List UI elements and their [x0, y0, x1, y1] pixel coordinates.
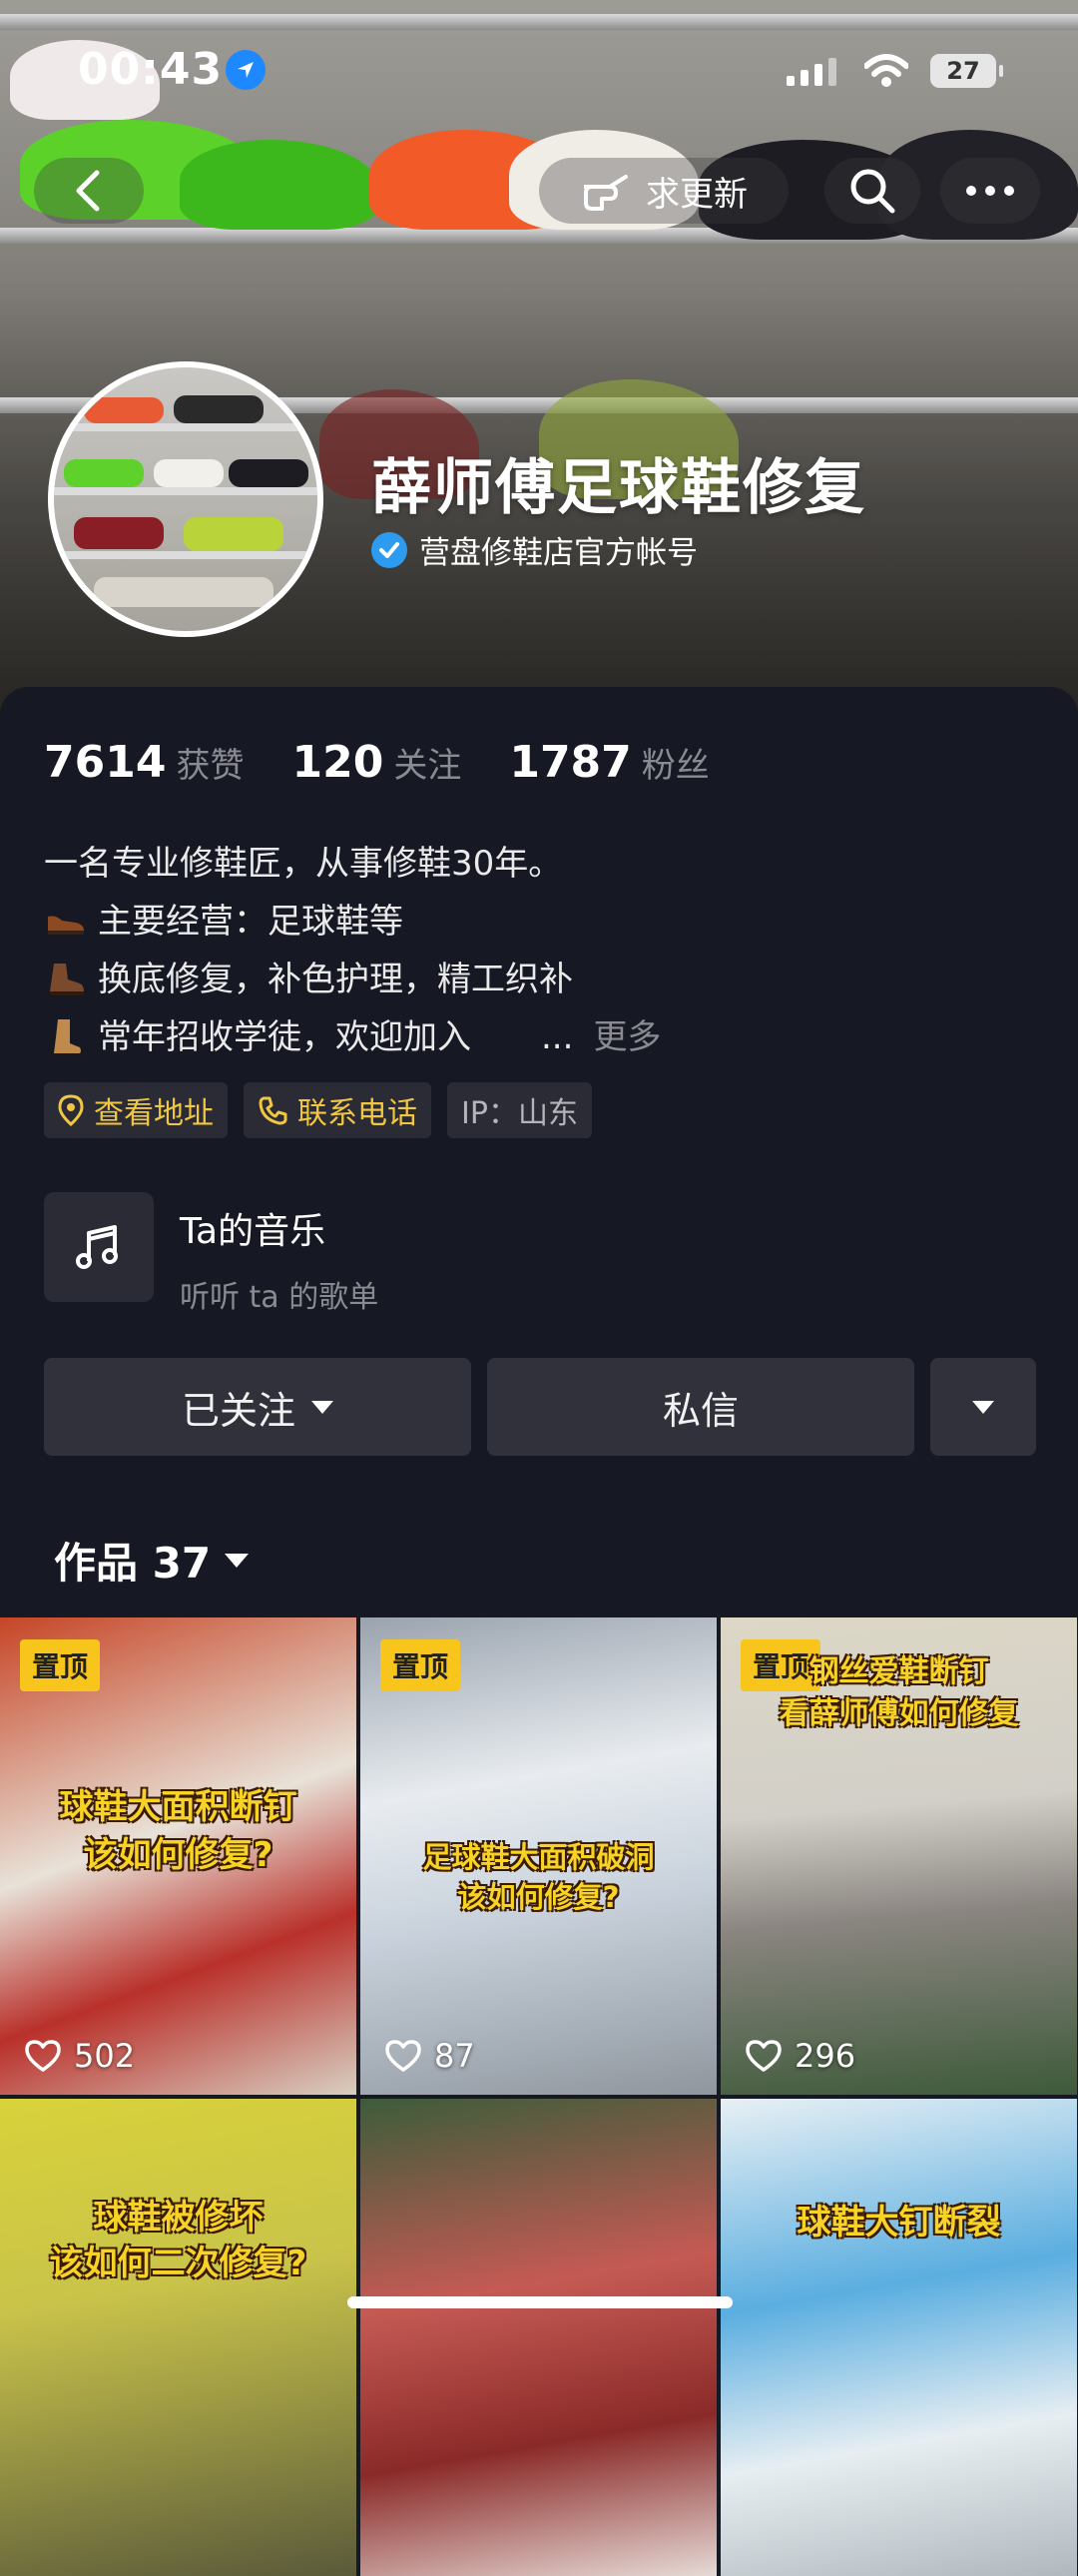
bio: 一名专业修鞋匠，从事修鞋30年。 主要经营：足球鞋等 换底修复，补色护理，精工织… [44, 835, 661, 1066]
location-pin-icon [58, 1094, 84, 1126]
bio-line-text: 换底修复，补色护理，精工织补 [98, 960, 573, 999]
stat-likes[interactable]: 7614 获赞 [44, 737, 244, 788]
dropdown-triangle-icon [311, 1400, 333, 1414]
works-tab-label: 作品 37 [54, 1539, 212, 1588]
pinned-badge: 置顶 [20, 1639, 101, 1691]
stat-number: 1787 [509, 737, 632, 788]
video-thumbnail[interactable]: 球鞋被修坏 该如何二次修复? [0, 2099, 356, 2576]
search-icon [850, 169, 895, 214]
bio-line: 主要经营：足球鞋等 [44, 893, 661, 951]
video-caption: 钢丝爱鞋断钉 看薛师傅如何修复 [779, 1654, 1019, 1731]
stat-label: 关注 [393, 746, 462, 786]
battery-indicator: 27 [930, 54, 1003, 88]
contact-phone-label: 联系电话 [297, 1096, 417, 1131]
stat-number: 7614 [44, 737, 167, 788]
stat-label: 粉丝 [641, 746, 710, 786]
works-dropdown-icon [225, 1553, 250, 1568]
phone-icon [259, 1096, 287, 1125]
shoe-icon [44, 907, 88, 937]
profile-tags: 查看地址 联系电话 IP：山东 [44, 1082, 592, 1138]
location-arrow-icon [226, 50, 266, 90]
heart-icon [746, 2040, 782, 2072]
avatar[interactable] [48, 361, 323, 637]
bio-ellipsis: ... [541, 1017, 574, 1057]
search-button[interactable] [824, 158, 920, 224]
like-count-value: 502 [74, 2037, 136, 2075]
contact-phone-button[interactable]: 联系电话 [244, 1082, 431, 1138]
hiking-boot-icon [44, 962, 88, 997]
music-title: Ta的音乐 [180, 1211, 326, 1252]
like-count: 502 [24, 2037, 135, 2075]
bio-more-button[interactable]: 更多 [593, 1008, 661, 1066]
video-caption: 球鞋大面积断钉 该如何修复? [59, 1787, 297, 1875]
stat-number: 120 [291, 737, 384, 788]
verified-check-icon [371, 531, 407, 568]
video-thumbnail[interactable]: 置顶 球鞋大面积断钉 该如何修复? 502 [0, 1617, 356, 2095]
video-thumbnail[interactable] [360, 2099, 717, 2576]
stat-label: 获赞 [176, 746, 245, 786]
more-dots-icon [966, 186, 1014, 196]
video-caption: 球鞋被修坏 该如何二次修复? [49, 2198, 307, 2283]
back-button[interactable] [34, 158, 144, 224]
pinned-badge: 置顶 [380, 1639, 461, 1691]
followed-label: 已关注 [181, 1388, 295, 1433]
video-caption: 足球鞋大面积破洞 该如何修复? [422, 1840, 655, 1914]
music-note-icon [44, 1192, 154, 1302]
verified-text: 营盘修鞋店官方帐号 [419, 535, 698, 571]
more-dropdown-button[interactable] [930, 1358, 1036, 1456]
back-arrow-icon [76, 170, 100, 212]
heart-icon [25, 2040, 61, 2072]
bio-line: 换底修复，补色护理，精工织补 [44, 951, 661, 1008]
view-address-label: 查看地址 [94, 1096, 214, 1131]
heart-icon [385, 2040, 421, 2072]
like-count-value: 87 [434, 2037, 475, 2075]
bio-line: 常年招收学徒，欢迎加入 ... 更多 [44, 1008, 661, 1066]
cellular-signal-icon [787, 58, 836, 86]
like-count: 296 [745, 2037, 855, 2075]
like-count-value: 296 [795, 2037, 856, 2075]
ip-location-tag: IP：山东 [447, 1082, 592, 1138]
bio-line-text: 主要经营：足球鞋等 [98, 902, 403, 942]
followed-button[interactable]: 已关注 [44, 1358, 471, 1456]
music-entry[interactable]: Ta的音乐 听听 ta 的歌单 [44, 1192, 378, 1316]
works-tab[interactable]: 作品 37 [54, 1530, 250, 1591]
message-button[interactable]: 私信 [487, 1358, 914, 1456]
action-buttons: 已关注 私信 [44, 1358, 1036, 1456]
video-thumbnail[interactable]: 置顶 足球鞋大面积破洞 该如何修复? 87 [360, 1617, 717, 2095]
stat-followers[interactable]: 1787 粉丝 [509, 737, 709, 788]
request-update-label: 求更新 [646, 174, 748, 215]
video-thumbnail[interactable]: 球鞋大钉断裂 [721, 2099, 1077, 2576]
dropdown-triangle-icon [972, 1400, 994, 1414]
status-time: 00:43 [78, 44, 224, 95]
bio-line: 一名专业修鞋匠，从事修鞋30年。 [44, 844, 563, 884]
view-address-button[interactable]: 查看地址 [44, 1082, 228, 1138]
verified-line: 营盘修鞋店官方帐号 [371, 527, 698, 572]
video-thumbnail[interactable]: 置顶 钢丝爱鞋断钉 看薛师傅如何修复 296 [721, 1617, 1077, 2095]
boot-icon [44, 1017, 88, 1057]
pointing-hand-icon [584, 175, 628, 211]
video-caption: 球鞋大钉断裂 [797, 2203, 1001, 2243]
request-update-button[interactable]: 求更新 [539, 158, 789, 224]
bio-line-text: 常年招收学徒，欢迎加入 [98, 1017, 471, 1057]
message-label: 私信 [662, 1388, 739, 1433]
like-count: 87 [384, 2037, 475, 2075]
status-bar: 00:43 27 [0, 0, 1078, 130]
wifi-icon [863, 54, 909, 92]
shoe-image [180, 140, 379, 230]
stats-row: 7614 获赞 120 关注 1787 粉丝 [44, 737, 710, 788]
more-options-button[interactable] [940, 158, 1040, 224]
profile-name: 薛师傅足球鞋修复 [371, 453, 866, 523]
music-subtitle: 听听 ta 的歌单 [180, 1280, 379, 1315]
profile-cover: 00:43 27 求更新 薛师傅足球鞋修复 营盘修鞋店官方帐号 [0, 0, 1078, 719]
home-indicator[interactable] [347, 2296, 733, 2308]
stat-following[interactable]: 120 关注 [291, 737, 461, 788]
